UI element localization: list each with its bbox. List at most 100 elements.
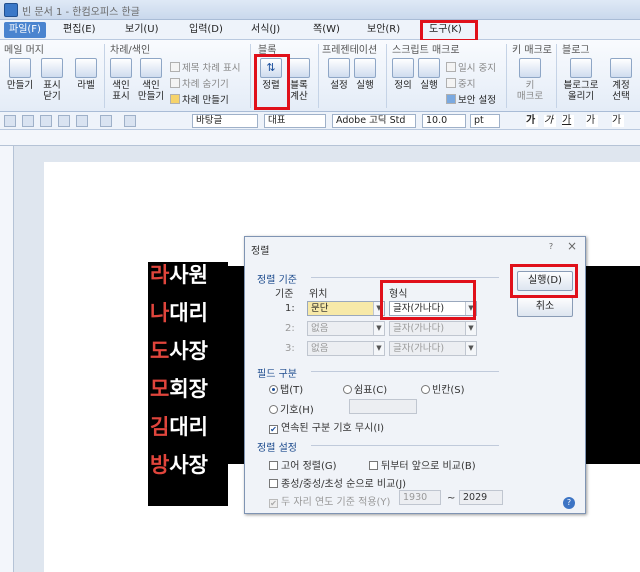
- row3-key: 3:: [285, 343, 295, 354]
- name-first-char: 도: [150, 339, 170, 363]
- strike-icon[interactable]: 가: [586, 115, 598, 127]
- open-icon[interactable]: [22, 115, 34, 127]
- help-icon[interactable]: ?: [545, 241, 557, 253]
- name-title: 사원: [169, 263, 208, 287]
- preview-icon[interactable]: [76, 115, 88, 127]
- index-show-button[interactable]: 색인 표시: [106, 58, 136, 102]
- mail-show-close-button[interactable]: 표시 닫기: [38, 58, 66, 102]
- macro-stop-button[interactable]: 중지: [446, 76, 475, 90]
- save-icon[interactable]: [40, 115, 52, 127]
- reverse-compare-checkbox[interactable]: 뒤부터 앞으로 비교(B): [369, 457, 476, 472]
- horizontal-ruler[interactable]: [0, 130, 640, 146]
- group-blog: 블로그: [562, 45, 590, 56]
- new-doc-icon[interactable]: [4, 115, 16, 127]
- mail-view-icon: [41, 58, 63, 78]
- name-line: 모회장: [150, 372, 226, 406]
- radio-symbol[interactable]: 기호(H): [269, 401, 314, 416]
- group-script-macro: 스크립트 매크로: [392, 45, 460, 56]
- calculator-icon: [288, 58, 310, 78]
- font-size-input[interactable]: 10.0: [422, 114, 466, 128]
- macro-define-button[interactable]: 정의: [390, 58, 416, 91]
- font-select[interactable]: Adobe 고딕 Std: [332, 114, 416, 128]
- menu-insert[interactable]: 입력(D): [186, 22, 226, 38]
- row1-position-select[interactable]: 문단 ▼: [307, 301, 385, 316]
- menu-file[interactable]: 파일(F): [4, 22, 46, 38]
- toc-show-button[interactable]: 제목 차례 표시: [170, 60, 240, 74]
- document-text-block-right: [586, 266, 640, 464]
- style-select[interactable]: 바탕글: [192, 114, 258, 128]
- presentation-setting-button[interactable]: 설정: [326, 58, 352, 91]
- row1-key: 1:: [285, 303, 295, 314]
- menu-edit[interactable]: 편집(E): [60, 22, 99, 38]
- undo-icon[interactable]: [100, 115, 112, 127]
- unit-select[interactable]: pt: [470, 114, 500, 128]
- format-toolbar: 바탕글 대표 Adobe 고딕 Std 10.0 pt 가 가 가 가 가: [0, 112, 640, 130]
- toc-hide-icon: [170, 78, 180, 88]
- italic-icon[interactable]: 가: [544, 115, 556, 127]
- macro-pause-button[interactable]: 일시 중지: [446, 60, 496, 74]
- help-button-icon[interactable]: ?: [563, 497, 575, 509]
- key-macro-button[interactable]: 키 매크로: [512, 58, 548, 102]
- vertical-ruler[interactable]: [0, 146, 14, 572]
- account-button[interactable]: 계정 선택: [604, 58, 638, 102]
- toc-make-icon: [170, 94, 180, 104]
- jamo-order-checkbox[interactable]: 종성/중성/초성 순으로 비교(J): [269, 475, 406, 490]
- highlight-run-button: [510, 264, 578, 298]
- app-icon: [4, 3, 18, 17]
- symbol-input[interactable]: [349, 399, 417, 414]
- ribbon: 메일 머지 만들기 표시 닫기 라벨 차례/색인 색인 표시 색인 만들기 제목 차례…: [0, 40, 640, 112]
- row2-position-select[interactable]: 없음 ▼: [307, 321, 385, 336]
- presentation-run-button[interactable]: 실행: [352, 58, 378, 91]
- radio-comma[interactable]: 쉼표(C): [343, 381, 387, 396]
- color-icon[interactable]: 가: [612, 115, 624, 127]
- radio-space[interactable]: 빈칸(S): [421, 381, 465, 396]
- dialog-title: 정렬: [251, 246, 270, 257]
- highlight-tools-menu: [420, 20, 478, 42]
- macro-run-button[interactable]: 실행: [416, 58, 442, 91]
- highlight-format-select: [380, 280, 476, 320]
- two-digit-year-checkbox[interactable]: ✔ 두 자리 연도 기준 적용(Y): [269, 493, 390, 508]
- radio-tab[interactable]: 탭(T): [269, 381, 303, 396]
- menu-page[interactable]: 쪽(W): [310, 22, 343, 38]
- presentation-setting-icon: [328, 58, 350, 78]
- toc-hide-button[interactable]: 차례 숨기기: [170, 76, 229, 90]
- row3-position-select[interactable]: 없음 ▼: [307, 341, 385, 356]
- name-first-char: 나: [150, 301, 170, 325]
- column-key-label: 기준: [275, 289, 294, 300]
- row3-format-select[interactable]: 글자(가나다) ▼: [389, 341, 477, 356]
- chevron-down-icon: ▼: [373, 342, 384, 355]
- macro-security-button[interactable]: 보안 설정: [446, 92, 496, 106]
- name-title: 사장: [169, 453, 208, 477]
- menu-view[interactable]: 보기(U): [122, 22, 162, 38]
- group-mail-merge: 메일 머지: [4, 45, 44, 56]
- index-make-button[interactable]: 색인 만들기: [136, 58, 166, 102]
- blog-icon: [570, 58, 592, 78]
- close-icon[interactable]: ×: [567, 239, 577, 253]
- blog-upload-button[interactable]: 블로그로 올리기: [560, 58, 602, 102]
- menu-security[interactable]: 보안(R): [364, 22, 403, 38]
- chevron-down-icon: ▼: [465, 322, 476, 335]
- underline-icon[interactable]: 가: [562, 115, 574, 127]
- row2-format-select[interactable]: 글자(가나다) ▼: [389, 321, 477, 336]
- redo-icon[interactable]: [124, 115, 136, 127]
- key-macro-icon: [519, 58, 541, 78]
- name-first-char: 라: [150, 263, 170, 287]
- toc-make-button[interactable]: 차례 만들기: [170, 92, 229, 106]
- menu-bar: 파일(F) 편집(E) 보기(U) 입력(D) 서식(J) 쪽(W) 보안(R)…: [0, 20, 640, 40]
- language-select[interactable]: 대표: [264, 114, 326, 128]
- group-index: 차례/색인: [110, 45, 151, 56]
- year-from-input[interactable]: 1930: [399, 490, 441, 505]
- field-separator-heading: 필드 구분: [257, 369, 297, 380]
- name-first-char: 모: [150, 377, 170, 401]
- cancel-button[interactable]: 취소: [517, 297, 573, 317]
- label-button[interactable]: 라벨: [72, 58, 100, 91]
- archaic-sort-checkbox[interactable]: 고어 정렬(G): [269, 457, 337, 472]
- ignore-consecutive-checkbox[interactable]: ✔ 연속된 구분 기호 무시(I): [269, 419, 384, 434]
- print-icon[interactable]: [58, 115, 70, 127]
- name-title: 회장: [169, 377, 208, 401]
- title-bar: 빈 문서 1 - 한컴오피스 한글: [0, 0, 640, 20]
- menu-format[interactable]: 서식(J): [248, 22, 283, 38]
- year-to-input[interactable]: 2029: [459, 490, 503, 505]
- bold-icon[interactable]: 가: [526, 115, 538, 127]
- mail-make-button[interactable]: 만들기: [6, 58, 34, 91]
